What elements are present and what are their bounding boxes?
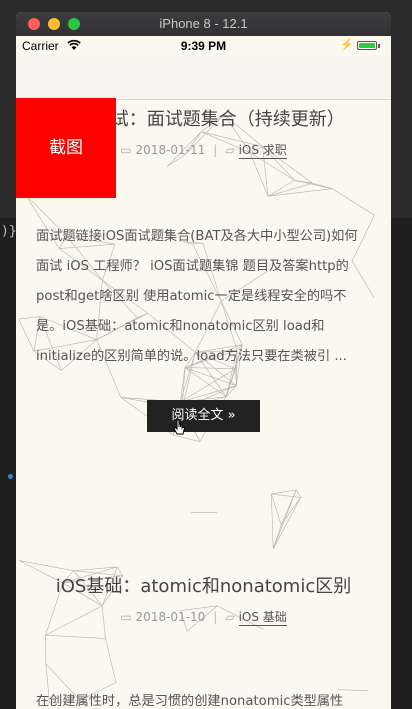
post-meta-2: ▭ 2018-01-10 | ▱ iOS 基础 <box>16 608 391 626</box>
simulator-titlebar[interactable]: iPhone 8 - 12.1 <box>16 12 391 36</box>
pointer-cursor-icon <box>173 419 186 435</box>
charging-icon: ⚡ <box>340 39 354 51</box>
post-excerpt-2: 在创建属性时，总是习惯的创建nonatomic类型属性 <box>36 694 344 709</box>
background-line <box>180 367 186 402</box>
meta-separator: | <box>213 610 218 624</box>
background-line <box>332 188 375 216</box>
background-line <box>272 489 297 550</box>
navigation-bar <box>16 56 391 100</box>
post-divider <box>191 512 217 513</box>
screenshot-button[interactable]: 截图 <box>16 98 116 198</box>
post-date-2: 2018-01-10 <box>135 610 206 624</box>
battery-tip <box>378 44 380 48</box>
meta-separator: | <box>213 143 218 157</box>
background-line <box>18 318 35 352</box>
read-more-button[interactable]: 阅读全文 » <box>147 400 260 432</box>
background-line <box>267 188 333 197</box>
post-category-1[interactable]: iOS 求职 <box>238 143 287 159</box>
background-line <box>272 497 301 550</box>
background-marker <box>8 474 13 479</box>
battery-icon <box>357 41 377 50</box>
folder-icon: ▱ <box>225 143 235 157</box>
background-line <box>296 489 301 498</box>
post-date-1: 2018-01-11 <box>135 143 206 157</box>
background-line <box>271 493 274 549</box>
background-line <box>271 489 297 495</box>
post-excerpt-1: 面试题链接iOS面试题集合(BAT及各大中小型公司)如何面试 iOS 工程师？ … <box>36 229 358 364</box>
post-title-2[interactable]: iOS基础：atomic和nonatomic区别 <box>16 572 391 598</box>
background-line <box>19 560 74 571</box>
background-line <box>105 638 117 683</box>
background-editor-left: )} <box>0 218 17 709</box>
calendar-icon: ▭ <box>120 610 132 624</box>
window-title: iPhone 8 - 12.1 <box>159 16 248 31</box>
background-line <box>271 493 301 498</box>
calendar-icon: ▭ <box>120 143 132 157</box>
background-line <box>312 182 333 189</box>
post-category-2[interactable]: iOS 基础 <box>238 610 287 626</box>
status-bar: Carrier 9:39 PM ⚡ <box>16 36 391 56</box>
background-line <box>294 179 313 184</box>
background-editor-right <box>391 218 412 709</box>
background-line <box>272 524 282 550</box>
background-line <box>45 634 106 639</box>
folder-icon: ▱ <box>225 610 235 624</box>
background-line <box>271 493 282 525</box>
status-time: 9:39 PM <box>180 39 227 53</box>
background-line <box>267 182 313 197</box>
background-code-text: )} <box>1 224 17 239</box>
